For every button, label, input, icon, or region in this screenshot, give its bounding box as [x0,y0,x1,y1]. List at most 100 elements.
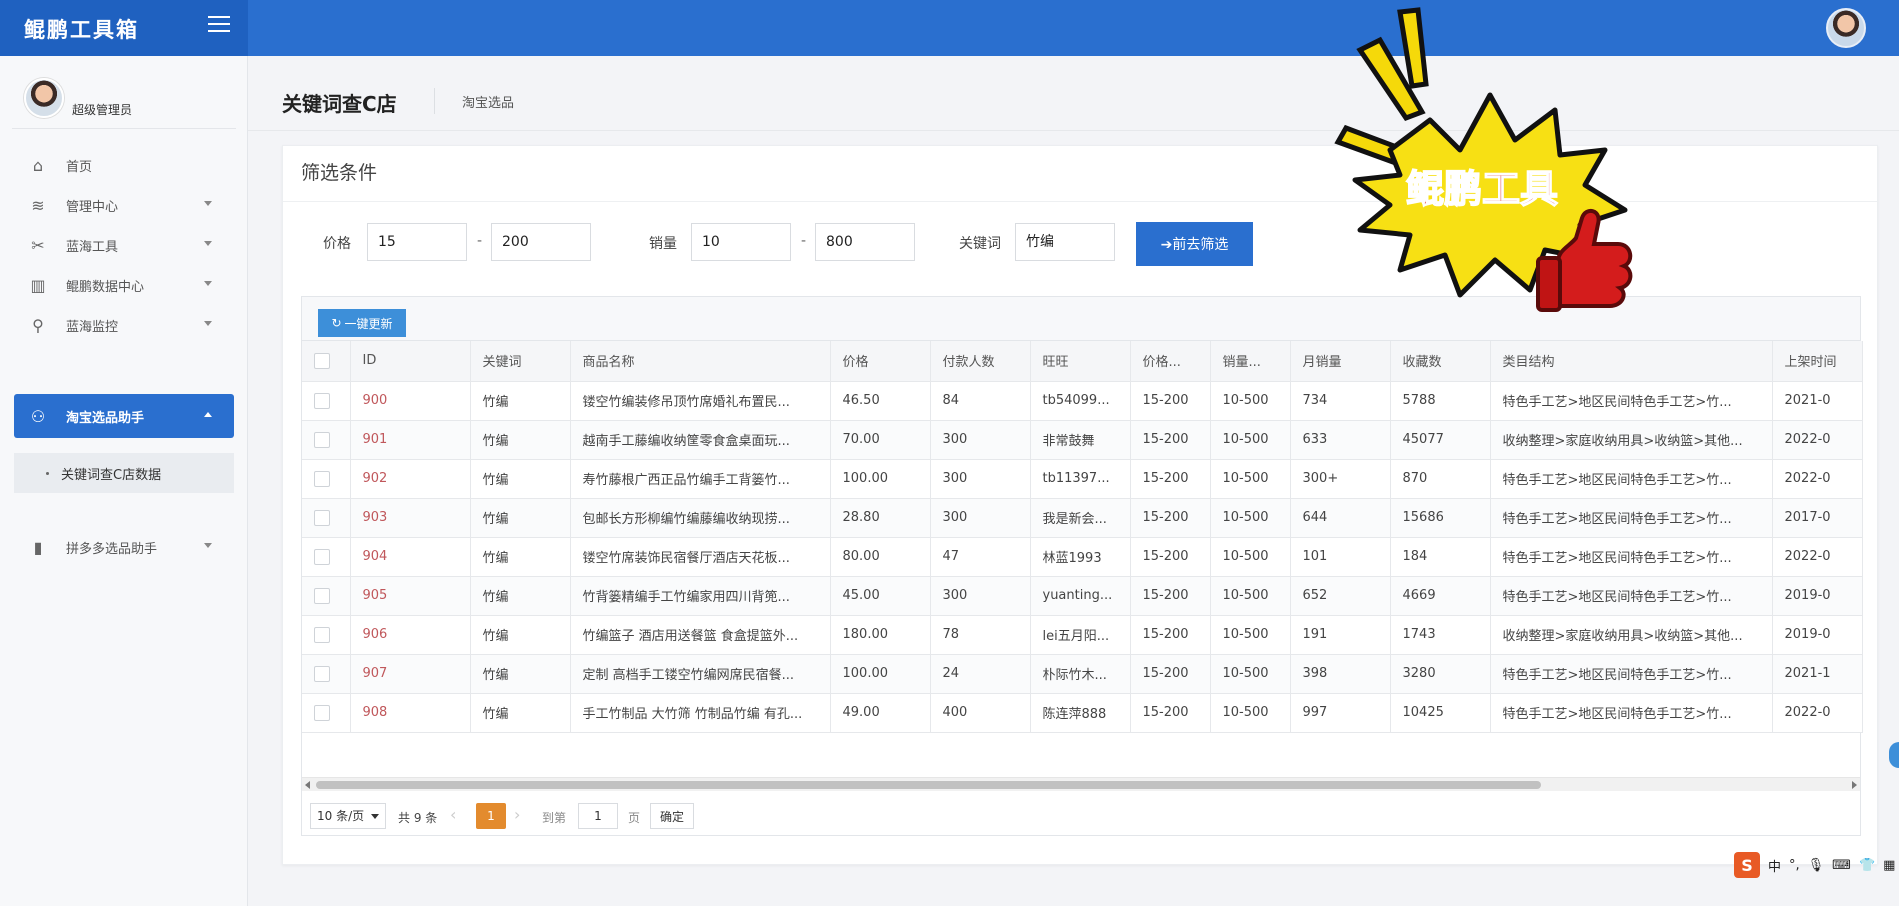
phone-icon: ▮ [33,537,43,557]
ime-logo-icon[interactable]: S [1734,852,1760,878]
column-header[interactable]: ID [350,341,471,382]
column-header[interactable]: 上架时间 [1772,341,1863,382]
price-label: 价格 [323,236,351,252]
select-all-checkbox[interactable] [314,352,330,369]
column-header[interactable]: 商品名称 [570,341,831,382]
price-min-input[interactable]: 15 [367,223,467,261]
row-checkbox[interactable] [314,587,330,604]
column-header[interactable]: 类目结构 [1490,341,1773,382]
select-all-cell[interactable] [302,341,351,382]
row-select-cell[interactable] [302,420,351,460]
shirt-icon[interactable]: 👕 [1859,858,1875,873]
column-header[interactable]: 月销量 [1290,341,1391,382]
row-select-cell[interactable] [302,537,351,577]
prev-page-icon[interactable]: ‹ [450,805,456,824]
table-row[interactable]: 906 竹编 竹编篮子 酒店用送餐篮 食盒提篮外... 180.00 78 lei五月阳.… [302,615,1863,655]
scrollbar-thumb[interactable] [316,781,1541,789]
keyboard-icon[interactable]: ⌨ [1832,858,1851,873]
row-checkbox[interactable] [314,509,330,526]
row-select-cell[interactable] [302,381,351,421]
row-checkbox[interactable] [314,626,330,643]
table-row[interactable]: 900 竹编 镂空竹编装修吊顶竹席婚礼布置民... 46.50 84 tb54099...… [302,381,1863,421]
table-row[interactable]: 905 竹编 竹背篓精编手工竹编家用四川背篼... 45.00 300 yuanting.… [302,576,1863,616]
price-max-input[interactable]: 200 [491,223,591,261]
table-cell: 100.00 [830,459,931,499]
filter-submit-button[interactable]: ➔前去筛选 [1136,222,1253,266]
row-checkbox[interactable] [314,704,330,721]
table-row[interactable]: 907 竹编 定制 高档手工镂空竹编网席民宿餐... 100.00 24 朴际竹木... 1… [302,654,1863,694]
column-header[interactable]: 价格... [1130,341,1211,382]
column-header[interactable]: 收藏数 [1390,341,1491,382]
keyword-input[interactable]: 竹编 [1015,223,1115,261]
table-row[interactable]: 903 竹编 包邮长方形柳编竹编藤编收纳现捞... 28.80 300 我是新会... 15… [302,498,1863,538]
table-cell: 竹编 [470,420,571,460]
sidebar-subitem-keyword-shop-data[interactable]: 关键词查C店数据 [14,453,234,493]
horizontal-scrollbar[interactable] [302,777,1860,791]
chevron-down-icon [204,543,212,548]
column-header[interactable]: 旺旺 [1030,341,1131,382]
row-select-cell[interactable] [302,615,351,655]
tools-icon: ✂ [31,235,45,255]
table-cell: 15-200 [1130,381,1211,421]
sidebar-item-pdd-helper[interactable]: ▮ 拼多多选品助手 [14,525,234,569]
row-select-cell[interactable] [302,576,351,616]
scroll-left-icon[interactable] [305,781,310,789]
ime-mode[interactable]: 中 [1768,856,1781,875]
goto-confirm-button[interactable]: 确定 [650,803,694,829]
sidebar-item-monitor[interactable]: ⚲ 蓝海监控 [14,303,234,347]
menu-toggle-icon[interactable] [208,16,230,34]
goto-page-input[interactable]: 1 [578,803,618,829]
row-checkbox[interactable] [314,665,330,682]
sidebar-item-management[interactable]: ≋ 管理中心 [14,183,234,227]
table-cell: 10425 [1390,693,1491,733]
table-cell: 734 [1290,381,1391,421]
range-separator: - [477,233,483,249]
breadcrumb[interactable]: 淘宝选品 [462,92,514,111]
row-select-cell[interactable] [302,459,351,499]
scroll-right-icon[interactable] [1852,781,1857,789]
row-checkbox[interactable] [314,392,330,409]
column-header[interactable]: 关键词 [470,341,571,382]
row-select-cell[interactable] [302,654,351,694]
table-cell: 870 [1390,459,1491,499]
table-cell: yuanting... [1030,576,1131,616]
table-cell: 10-500 [1210,615,1291,655]
table-row[interactable]: 904 竹编 镂空竹席装饰民宿餐厅酒店天花板... 80.00 47 林蓝1993 15-2… [302,537,1863,577]
side-float-button[interactable] [1889,742,1899,768]
search-icon: ⚲ [32,315,44,335]
row-select-cell[interactable] [302,693,351,733]
sales-max-input[interactable]: 800 [815,223,915,261]
refresh-button[interactable]: ↻ 一键更新 [318,309,406,337]
sidebar-item-home[interactable]: ⌂ 首页 [14,143,234,187]
column-header[interactable]: 付款人数 [930,341,1031,382]
row-checkbox[interactable] [314,470,330,487]
table-row[interactable]: 902 竹编 寿竹藤根广西正品竹编手工背篓竹... 100.00 300 tb11397.… [302,459,1863,499]
keyword-label: 关键词 [959,236,1001,252]
microphone-icon[interactable]: 🎙 [1808,858,1825,873]
sales-min-input[interactable]: 10 [691,223,791,261]
column-header[interactable]: 销量... [1210,341,1291,382]
avatar[interactable] [1826,8,1866,48]
table-cell: 15-200 [1130,537,1211,577]
page-size-select[interactable]: 10 条/页 [310,803,386,829]
page-number-current[interactable]: 1 [476,803,506,829]
row-checkbox[interactable] [314,548,330,565]
table-cell: 46.50 [830,381,931,421]
table-cell: 15-200 [1130,420,1211,460]
table-cell: 2017-0 [1772,498,1863,538]
next-page-icon[interactable]: › [514,805,520,824]
table-cell: 633 [1290,420,1391,460]
sidebar-item-taobao-helper[interactable]: ⚇ 淘宝选品助手 [14,394,234,438]
table-row[interactable]: 901 竹编 越南手工藤编收纳筐零食盒桌面玩... 70.00 300 非常鼓舞 15-20… [302,420,1863,460]
grid-icon[interactable]: ▦ [1883,858,1895,873]
column-header[interactable]: 价格 [830,341,931,382]
table-cell: 398 [1290,654,1391,694]
row-checkbox[interactable] [314,431,330,448]
sidebar-item-data-center[interactable]: ▥ 鲲鹏数据中心 [14,263,234,307]
page-unit-label: 页 [628,811,641,825]
table-row[interactable]: 908 竹编 手工竹制品 大竹筛 竹制品竹编 有孔... 49.00 400 陈连萍888… [302,693,1863,733]
sidebar: 超级管理员 ⌂ 首页 ≋ 管理中心 ✂ 蓝海工具 ▥ 鲲鹏数据中心 ⚲ 蓝海监控… [0,56,248,906]
ime-punct[interactable]: °, [1789,858,1800,873]
sidebar-item-blue-ocean-tools[interactable]: ✂ 蓝海工具 [14,223,234,267]
row-select-cell[interactable] [302,498,351,538]
